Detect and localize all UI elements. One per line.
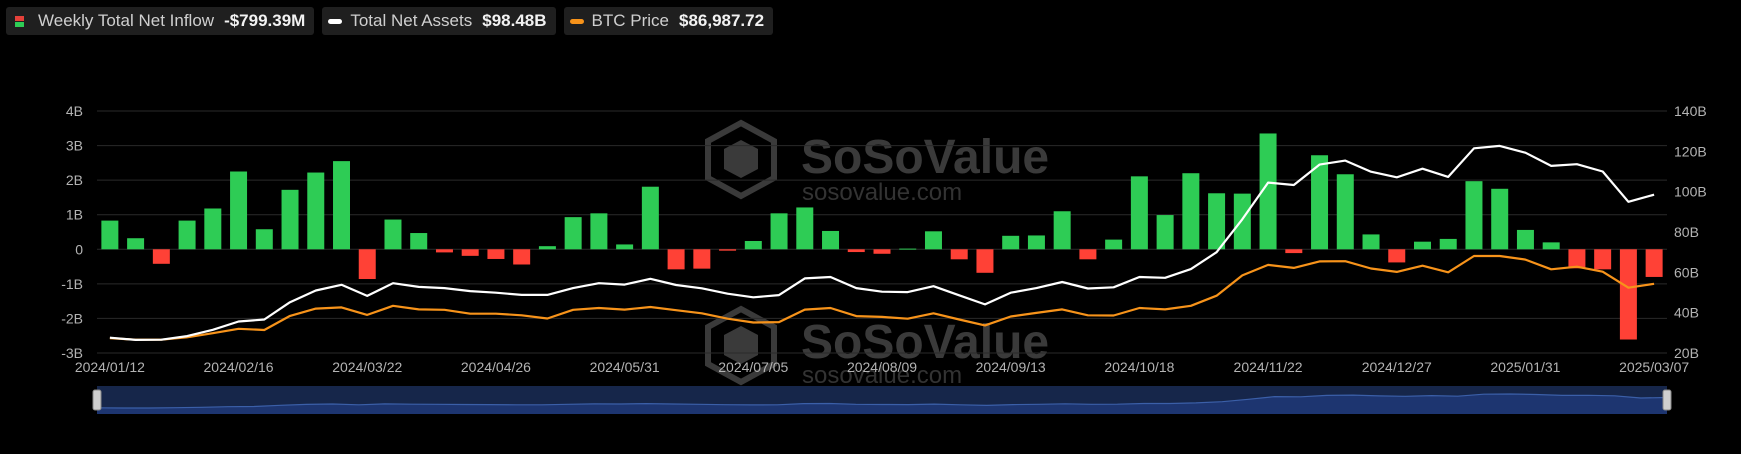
inflow-bar[interactable] <box>641 186 659 250</box>
y-left-tick-label: 0 <box>75 241 83 257</box>
inflow-bar[interactable] <box>1233 193 1251 250</box>
inflow-bar[interactable] <box>513 249 531 265</box>
inflow-bar[interactable] <box>1491 188 1509 250</box>
inflow-bar[interactable] <box>873 249 891 254</box>
x-tick-label: 2024/10/18 <box>1104 359 1174 375</box>
x-tick-label: 2025/01/31 <box>1490 359 1560 375</box>
y-axis-right: 140B120B100B80B60B40B20B <box>1674 103 1707 361</box>
inflow-bar[interactable] <box>667 249 685 270</box>
x-tick-label: 2025/03/07 <box>1619 359 1689 375</box>
inflow-bar[interactable] <box>1413 241 1431 250</box>
inflow-bar[interactable] <box>435 249 453 253</box>
x-tick-label: 2024/05/31 <box>590 359 660 375</box>
x-tick-label: 2024/04/26 <box>461 359 531 375</box>
inflow-bar[interactable] <box>1645 249 1663 277</box>
inflow-bar[interactable] <box>1285 249 1303 254</box>
inflow-bar[interactable] <box>924 231 942 250</box>
inflow-bar[interactable] <box>1002 235 1020 250</box>
watermark-url: sosovalue.com <box>802 179 962 206</box>
inflow-bar[interactable] <box>1182 173 1200 250</box>
x-tick-label: 2024/01/12 <box>75 359 145 375</box>
inflow-bar[interactable] <box>1053 211 1071 250</box>
x-tick-label: 2024/12/27 <box>1362 359 1432 375</box>
inflow-bar[interactable] <box>410 233 428 250</box>
watermark-brand: SoSoValue <box>801 131 1049 184</box>
y-right-tick-label: 40B <box>1674 305 1699 321</box>
inflow-bar[interactable] <box>1208 193 1226 250</box>
inflow-bar[interactable] <box>1568 249 1586 269</box>
inflow-bar[interactable] <box>899 248 917 250</box>
inflow-bar[interactable] <box>1362 234 1380 250</box>
inflow-bar[interactable] <box>358 249 376 280</box>
inflow-bar[interactable] <box>255 229 273 250</box>
y-right-tick-label: 100B <box>1674 184 1707 200</box>
inflow-bar[interactable] <box>152 249 170 264</box>
inflow-bar[interactable] <box>564 217 582 250</box>
y-left-tick-label: -1B <box>61 276 83 292</box>
inflow-bar[interactable] <box>127 238 145 250</box>
inflow-bar[interactable] <box>847 249 865 253</box>
y-left-tick-label: 3B <box>66 138 83 154</box>
watermarks: SoSoValue sosovalue.com SoSoValue sosova… <box>705 119 1049 389</box>
inflow-bar[interactable] <box>1336 174 1354 250</box>
inflow-bar[interactable] <box>333 161 351 250</box>
inflow-bar[interactable] <box>719 249 737 251</box>
inflow-bar[interactable] <box>976 249 994 273</box>
range-navigator[interactable] <box>92 386 1672 414</box>
inflow-bar[interactable] <box>178 220 196 250</box>
navigator-handle[interactable] <box>1662 389 1672 411</box>
inflow-bar[interactable] <box>384 219 402 250</box>
x-axis: 2024/01/12 2024/02/16 2024/03/22 2024/04/26… <box>75 359 1690 375</box>
inflow-bar[interactable] <box>230 171 248 250</box>
inflow-bar[interactable] <box>1542 242 1560 250</box>
y-left-tick-label: 1B <box>66 207 83 223</box>
x-tick-label: 2024/02/16 <box>204 359 274 375</box>
y-right-tick-label: 120B <box>1674 143 1707 159</box>
inflow-bar[interactable] <box>307 172 325 250</box>
inflow-bar[interactable] <box>1594 249 1612 270</box>
inflow-bar[interactable] <box>590 213 608 250</box>
inflow-bar[interactable] <box>281 189 299 250</box>
x-tick-label: 2024/08/09 <box>847 359 917 375</box>
inflow-bar[interactable] <box>950 249 968 260</box>
y-right-tick-label: 80B <box>1674 224 1699 240</box>
navigator-handle[interactable] <box>92 389 102 411</box>
inflow-bar[interactable] <box>1388 249 1406 263</box>
y-left-tick-label: 4B <box>66 103 83 119</box>
inflow-bar[interactable] <box>1465 181 1483 250</box>
x-tick-label: 2024/09/13 <box>976 359 1046 375</box>
watermark-top: SoSoValue sosovalue.com <box>705 119 1049 206</box>
inflow-bar[interactable] <box>204 208 222 250</box>
inflow-bar[interactable] <box>1079 249 1097 260</box>
y-axis-left: 4B3B2B1B0-1B-2B-3B <box>61 103 83 361</box>
inflow-bar[interactable] <box>744 240 762 250</box>
inflow-bar[interactable] <box>822 230 840 250</box>
inflow-bar[interactable] <box>693 249 711 269</box>
sosovalue-logo-icon <box>705 119 777 200</box>
y-left-tick-label: 2B <box>66 172 83 188</box>
inflow-bar[interactable] <box>616 244 634 250</box>
inflow-bar[interactable] <box>796 207 814 250</box>
inflow-bar[interactable] <box>770 213 788 250</box>
x-tick-label: 2024/11/22 <box>1234 359 1303 375</box>
inflow-bar[interactable] <box>1027 235 1045 250</box>
y-right-tick-label: 60B <box>1674 264 1699 280</box>
inflow-bar[interactable] <box>1439 238 1457 250</box>
inflow-bar[interactable] <box>487 249 505 259</box>
inflow-bar[interactable] <box>1130 176 1148 250</box>
inflow-bar[interactable] <box>101 220 119 250</box>
y-right-tick-label: 140B <box>1674 103 1707 119</box>
x-tick-label: 2024/03/22 <box>332 359 402 375</box>
x-tick-label: 2024/07/05 <box>718 359 788 375</box>
chart-canvas: SoSoValue sosovalue.com SoSoValue sosova… <box>61 103 1707 414</box>
inflow-bar[interactable] <box>1156 215 1174 250</box>
y-left-tick-label: -2B <box>61 310 83 326</box>
inflow-bar[interactable] <box>538 246 556 250</box>
inflow-bar[interactable] <box>1516 229 1534 250</box>
inflow-bar[interactable] <box>1619 249 1637 340</box>
inflow-bar[interactable] <box>461 249 479 256</box>
inflow-bar[interactable] <box>1105 239 1123 250</box>
